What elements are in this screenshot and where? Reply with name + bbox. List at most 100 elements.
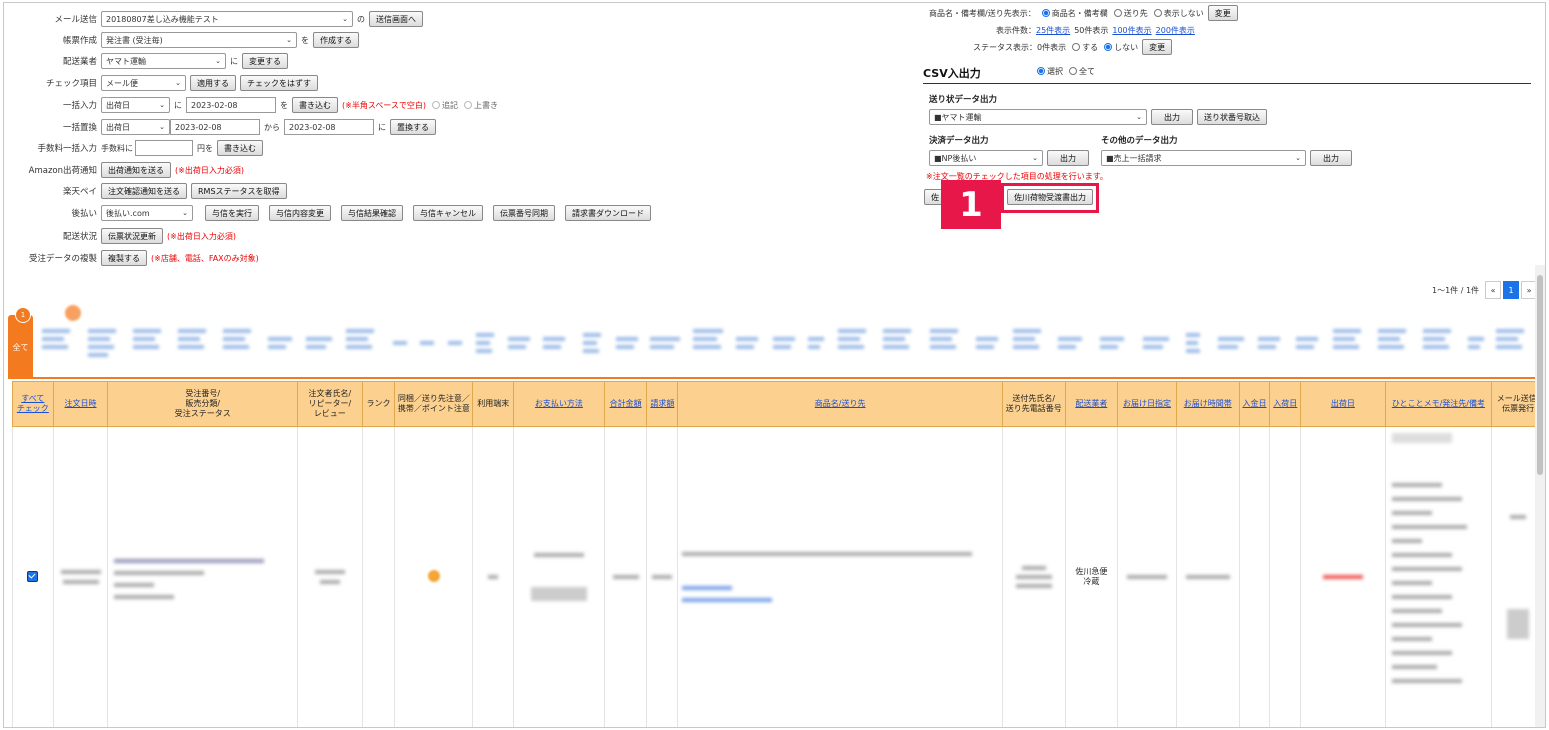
bulk-field-select[interactable]: 出荷日 ⌄ xyxy=(101,97,170,113)
row-checkbox-cell[interactable] xyxy=(12,426,54,727)
table-row[interactable]: 佐川急便 冷蔵 xyxy=(12,426,1545,727)
credit-result-button[interactable]: 与信結果確認 xyxy=(341,205,403,221)
prev-page-button[interactable]: « xyxy=(1485,281,1502,299)
slip-number-import-button[interactable]: 送り状番号取込 xyxy=(1197,109,1267,125)
chevron-down-icon: ⌄ xyxy=(1136,113,1142,121)
table-header-row: すべて チェック 注文日時 受注番号/ 販売分類/ 受注ステータス 注文者氏名/… xyxy=(12,381,1545,427)
total-cell xyxy=(603,426,648,727)
col-payment[interactable]: お支払い方法 xyxy=(513,381,605,427)
uncheck-button[interactable]: チェックをはずす xyxy=(240,75,318,91)
carrier-select[interactable]: ヤマト運輸 ⌄ xyxy=(101,53,226,69)
col-carrier[interactable]: 配送業者 xyxy=(1064,381,1119,427)
col-recipient: 送付先氏名/ 送り先電話番号 xyxy=(1001,381,1066,427)
payment-output-button[interactable]: 出力 xyxy=(1047,150,1089,166)
product-cell xyxy=(677,426,1003,727)
invoice-download-button[interactable]: 請求書ダウンロード xyxy=(565,205,651,221)
mail-template-select[interactable]: 20180807差し込み機能テスト ⌄ xyxy=(101,11,353,27)
change-carrier-button[interactable]: 変更する xyxy=(242,53,288,69)
other-output-button[interactable]: 出力 xyxy=(1310,150,1352,166)
col-total[interactable]: 合計金額 xyxy=(603,381,648,427)
pagination-info: 1〜1件 / 1件 xyxy=(1432,285,1480,295)
slip-output-button[interactable]: 出力 xyxy=(1151,109,1193,125)
tab-all[interactable]: 全て xyxy=(8,315,33,379)
overwrite-radio[interactable] xyxy=(463,101,472,109)
payment-output-row: ■NP後払い ⌄ 出力 xyxy=(929,148,1089,168)
check-item-select[interactable]: メール便 ⌄ xyxy=(101,75,186,91)
status-show-radio[interactable] xyxy=(1072,43,1081,51)
credit-change-button[interactable]: 与信内容変更 xyxy=(269,205,331,221)
replace-to-input[interactable]: 2023-02-08 xyxy=(284,119,374,135)
credit-run-button[interactable]: 与信を実行 xyxy=(205,205,259,221)
apply-check-button[interactable]: 適用する xyxy=(190,75,236,91)
create-form-button[interactable]: 作成する xyxy=(313,32,359,48)
col-delivery-time[interactable]: お届け時間帯 xyxy=(1175,381,1240,427)
col-billed[interactable]: 請求額 xyxy=(646,381,679,427)
send-screen-button[interactable]: 送信画面へ xyxy=(369,11,423,27)
duplicate-row: 受注データの複製 複製する (※店舗、電話、FAXのみ対象) xyxy=(4,248,259,268)
mail-label: メール送信 xyxy=(54,15,97,25)
pagination: 1〜1件 / 1件 « 1 » xyxy=(1432,281,1538,299)
form-type-select[interactable]: 発注書 (受注毎) ⌄ xyxy=(101,32,297,48)
show-25-link[interactable]: 25件表示 xyxy=(1036,25,1070,36)
scrollbar-thumb[interactable] xyxy=(1537,275,1543,475)
col-memo[interactable]: ひとことメモ/発注先/備考 xyxy=(1384,381,1493,427)
col-order-date[interactable]: 注文日時 xyxy=(52,381,109,427)
bulk-note: (※半角スペースで空白) xyxy=(342,100,426,110)
slip-carrier-select[interactable]: ■ヤマト運輸 ⌄ xyxy=(929,109,1147,125)
display-change-button[interactable]: 変更 xyxy=(1207,5,1238,21)
payment-select[interactable]: ■NP後払い ⌄ xyxy=(929,150,1043,166)
display-dest-radio[interactable] xyxy=(1113,9,1122,17)
fee-input[interactable] xyxy=(135,140,193,156)
col-order-number: 受注番号/ 販売分類/ 受注ステータス xyxy=(107,381,299,427)
payment-cell xyxy=(513,426,605,727)
rms-status-button[interactable]: RMSステータスを取得 xyxy=(191,183,287,199)
col-notes: 同梱／送り先注意／ 携帯／ポイント注意 xyxy=(394,381,474,427)
tab-badge-blurred xyxy=(65,305,81,321)
amazon-ship-notify-button[interactable]: 出荷通知を送る xyxy=(101,162,171,178)
status-hide-radio[interactable] xyxy=(1104,43,1113,51)
replace-field-select[interactable]: 出荷日 ⌄ xyxy=(101,119,170,135)
show-100-link[interactable]: 100件表示 xyxy=(1112,25,1151,36)
vertical-scrollbar[interactable] xyxy=(1535,265,1545,727)
slip-status-update-button[interactable]: 伝票状況更新 xyxy=(101,228,163,244)
form-row: 帳票作成 発注書 (受注毎) ⌄ を 作成する xyxy=(4,30,359,50)
amazon-row: Amazon出荷通知 出荷通知を送る (※出荷日入力必須) xyxy=(4,160,244,180)
display-product-radio[interactable] xyxy=(1041,9,1050,17)
delivery-status-row: 配送状況 伝票状況更新 (※出荷日入力必須) xyxy=(4,226,236,246)
row-checkbox[interactable] xyxy=(27,570,39,582)
rakuten-confirm-button[interactable]: 注文確認通知を送る xyxy=(101,183,187,199)
display-none-radio[interactable] xyxy=(1153,9,1162,17)
col-ship-date[interactable]: 出荷日 xyxy=(1300,381,1386,427)
col-delivery-date[interactable]: お届け日指定 xyxy=(1117,381,1177,427)
fee-write-button[interactable]: 書き込む xyxy=(217,140,263,156)
replace-from-input[interactable]: 2023-02-08 xyxy=(170,119,260,135)
slip-sync-button[interactable]: 伝票番号同期 xyxy=(493,205,555,221)
show-200-link[interactable]: 200件表示 xyxy=(1156,25,1195,36)
col-arrival-date[interactable]: 入荷日 xyxy=(1269,381,1302,427)
carrier-row: 配送業者 ヤマト運輸 ⌄ に 変更する xyxy=(4,51,288,71)
delivery-time-cell xyxy=(1175,426,1240,727)
other-output-select[interactable]: ■売上一括請求 ⌄ xyxy=(1101,150,1306,166)
status-change-button[interactable]: 変更 xyxy=(1142,39,1173,55)
ship-date-cell xyxy=(1300,426,1386,727)
append-radio[interactable] xyxy=(431,101,440,109)
page-1-button[interactable]: 1 xyxy=(1503,281,1520,299)
bulk-write-button[interactable]: 書き込む xyxy=(292,97,338,113)
customer-cell xyxy=(297,426,363,727)
rank-cell xyxy=(361,426,396,727)
bulk-date-input[interactable]: 2023-02-08 xyxy=(186,97,276,113)
duplicate-button[interactable]: 複製する xyxy=(101,250,147,266)
chevron-down-icon: ⌄ xyxy=(182,209,188,217)
col-product[interactable]: 商品名/送り先 xyxy=(677,381,1003,427)
replace-button[interactable]: 置換する xyxy=(390,119,436,135)
col-check-all[interactable]: すべて チェック xyxy=(12,381,54,427)
col-payment-date[interactable]: 入金日 xyxy=(1238,381,1271,427)
csv-scope-radios: 選択 全て xyxy=(1031,61,1095,81)
blurred-status-tabs[interactable] xyxy=(38,325,1533,365)
credit-cancel-button[interactable]: 与信キャンセル xyxy=(413,205,483,221)
delivery-date-cell xyxy=(1117,426,1177,727)
csv-all-radio[interactable] xyxy=(1069,67,1077,75)
csv-selected-radio[interactable] xyxy=(1037,67,1045,75)
atobarai-select[interactable]: 後払い.com ⌄ xyxy=(101,205,193,221)
chevron-down-icon: ⌄ xyxy=(342,15,348,23)
